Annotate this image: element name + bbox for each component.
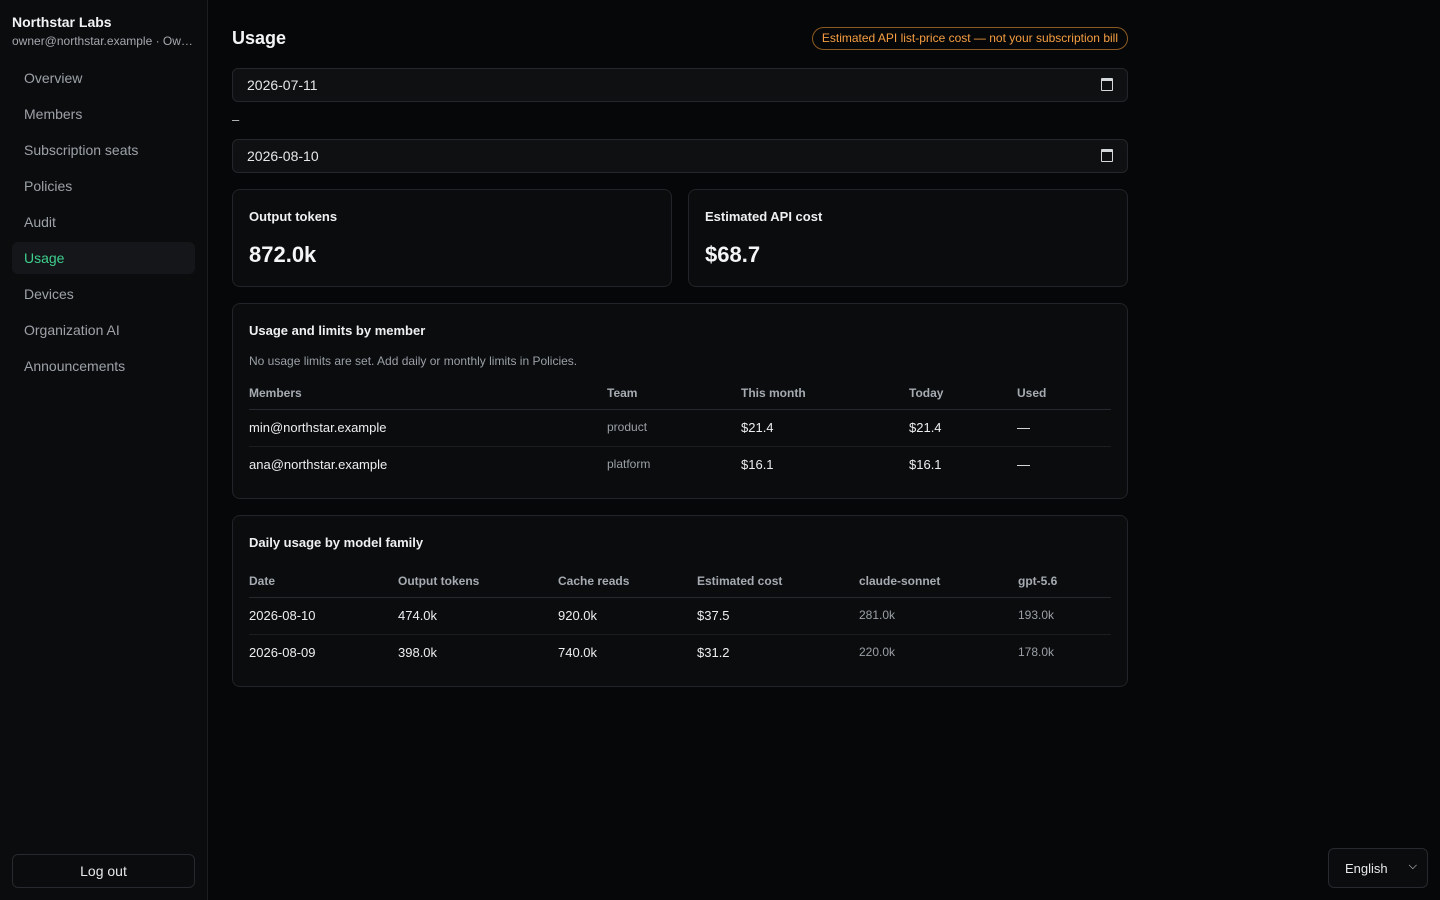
sidebar-nav: Overview Members Subscription seats Poli…: [12, 62, 195, 386]
column-header: Team: [607, 377, 741, 410]
usage-date: 2026-08-09: [249, 645, 316, 661]
column-header: Date: [249, 565, 398, 598]
cost-disclaimer-badge: Estimated API list-price cost — not your…: [811, 27, 1128, 50]
usage-estimated-cost: $37.5: [697, 597, 859, 635]
sidebar-item-organization-ai[interactable]: Organization AI: [12, 314, 195, 346]
table-header-row: Date Output tokens Cache reads Estimated…: [249, 565, 1111, 598]
sidebar-item-subscription-seats[interactable]: Subscription seats: [12, 134, 195, 166]
member-month-cost: $21.4: [741, 409, 909, 447]
column-header: This month: [741, 377, 909, 410]
member-usage-table: Members Team This month Today Used min@n…: [249, 377, 1111, 483]
end-date-value: 2026-08-10: [247, 148, 319, 164]
usage-claude-sonnet: 220.0k: [859, 644, 896, 659]
sidebar-item-members[interactable]: Members: [12, 98, 195, 130]
sidebar-item-announcements[interactable]: Announcements: [12, 350, 195, 382]
limits-note: No usage limits are set. Add daily or mo…: [249, 354, 578, 368]
column-header: Today: [909, 377, 1017, 410]
column-header: Used: [1017, 377, 1111, 410]
member-usage-title: Usage and limits by member: [249, 323, 426, 338]
usage-gpt: 193.0k: [1018, 597, 1111, 635]
usage-claude-sonnet: 281.0k: [859, 597, 1018, 635]
page-title: Usage: [232, 28, 287, 48]
column-header: Members: [249, 377, 607, 410]
usage-cache-reads: 920.0k: [558, 597, 697, 635]
member-today-cost: $21.4: [909, 409, 1017, 447]
output-tokens-value: 872.0k: [249, 242, 317, 267]
start-date-value: 2026-07-11: [247, 77, 318, 93]
column-header: Cache reads: [558, 565, 697, 598]
sidebar-item-devices[interactable]: Devices: [12, 278, 195, 310]
usage-estimated-cost: $31.2: [697, 645, 730, 661]
member-usage-card: Usage and limits by member No usage limi…: [232, 303, 1128, 499]
date-range-separator: –: [232, 112, 240, 127]
usage-cache-reads: 740.0k: [558, 645, 598, 661]
table-row: ana@northstar.example platform $16.1 $16…: [249, 446, 1111, 483]
sidebar-item-audit[interactable]: Audit: [12, 206, 195, 238]
daily-usage-title: Daily usage by model family: [249, 535, 424, 550]
end-date-input[interactable]: 2026-08-10: [232, 139, 1128, 173]
calendar-icon[interactable]: [1101, 149, 1113, 162]
api-cost-value: $68.7: [705, 242, 761, 267]
column-header: Output tokens: [398, 565, 558, 598]
logout-button[interactable]: Log out: [12, 854, 195, 888]
output-tokens-label: Output tokens: [249, 209, 338, 224]
table-row: 2026-08-10 474.0k 920.0k $37.5 281.0k 19…: [249, 597, 1111, 635]
sidebar-item-usage[interactable]: Usage: [12, 242, 195, 274]
chevron-down-icon: ⌵: [1408, 860, 1417, 872]
member-month-cost: $16.1: [741, 457, 774, 473]
sidebar-item-policies[interactable]: Policies: [12, 170, 195, 202]
usage-output-tokens: 474.0k: [398, 597, 558, 635]
usage-gpt: 178.0k: [1018, 644, 1055, 659]
usage-output-tokens: 398.0k: [398, 645, 438, 661]
org-name: Northstar Labs: [12, 14, 112, 30]
org-account: owner@northstar.example · Owner: [12, 34, 198, 48]
sidebar-item-overview[interactable]: Overview: [12, 62, 195, 94]
column-header: gpt-5.6: [1018, 565, 1111, 598]
language-select[interactable]: English ⌵: [1328, 848, 1428, 888]
output-tokens-card: Output tokens 872.0k: [232, 189, 672, 287]
member-today-cost: $16.1: [909, 457, 942, 473]
member-team: product: [607, 409, 741, 447]
sidebar: Northstar Labs owner@northstar.example ·…: [0, 0, 208, 900]
daily-usage-card: Daily usage by model family Date Output …: [232, 515, 1128, 687]
column-header: Estimated cost: [697, 565, 859, 598]
table-header-row: Members Team This month Today Used: [249, 377, 1111, 410]
usage-date: 2026-08-10: [249, 597, 398, 635]
column-header: claude-sonnet: [859, 565, 1018, 598]
daily-usage-table: Date Output tokens Cache reads Estimated…: [249, 565, 1111, 671]
calendar-icon[interactable]: [1101, 78, 1113, 91]
member-email: ana@northstar.example: [249, 457, 388, 473]
table-row: 2026-08-09 398.0k 740.0k $31.2 220.0k 17…: [249, 634, 1111, 671]
language-value: English: [1345, 861, 1388, 876]
member-used: —: [1017, 409, 1111, 447]
table-row: min@northstar.example product $21.4 $21.…: [249, 409, 1111, 447]
member-used: —: [1017, 457, 1030, 473]
start-date-input[interactable]: 2026-07-11: [232, 68, 1128, 102]
api-cost-card: Estimated API cost $68.7: [688, 189, 1128, 287]
api-cost-label: Estimated API cost: [705, 209, 823, 224]
member-team: platform: [607, 456, 651, 471]
member-email: min@northstar.example: [249, 409, 607, 447]
